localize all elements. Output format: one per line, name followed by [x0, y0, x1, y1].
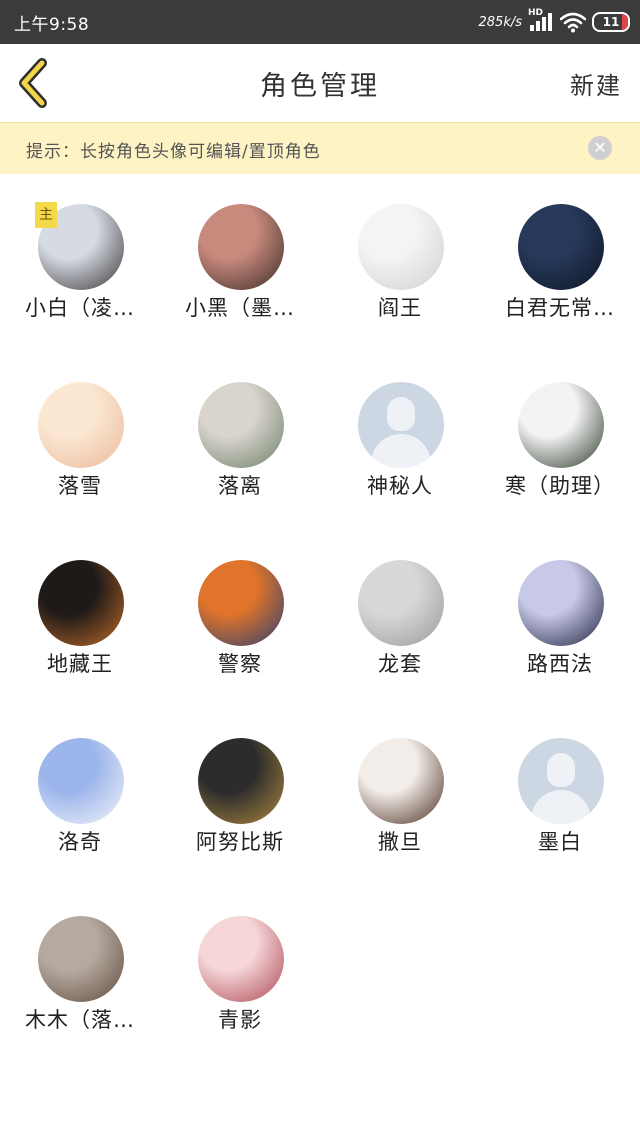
role-card[interactable]: 落离 — [160, 352, 320, 530]
role-card[interactable]: 落雪 — [0, 352, 160, 530]
network-speed: 285k/s — [478, 14, 523, 30]
status-bar: 上午9:58 285k/s HD 11 — [0, 0, 640, 44]
page-title: 角色管理 — [260, 71, 380, 102]
blue-floral-pattern — [38, 738, 124, 824]
role-name: 落雪 — [58, 474, 102, 498]
close-icon[interactable]: ✕ — [588, 136, 612, 160]
role-card[interactable]: 青影 — [160, 886, 320, 1064]
role-card[interactable]: 寒（助理） — [480, 352, 640, 530]
white-ferret — [518, 382, 604, 468]
fluffy-white-animal — [358, 204, 444, 290]
role-name: 小白（凌… — [25, 296, 135, 320]
role-card[interactable]: 地藏王 — [0, 530, 160, 708]
role-card[interactable]: 墨白 — [480, 708, 640, 886]
coffee-shop-counter — [38, 916, 124, 1002]
role-name: 落离 — [218, 474, 262, 498]
default-person-placeholder — [358, 382, 444, 468]
witch-hat-character — [518, 560, 604, 646]
role-name: 神秘人 — [367, 474, 433, 498]
battery-level: 11 — [602, 15, 620, 29]
role-card[interactable]: 撒旦 — [320, 708, 480, 886]
role-name: 撒旦 — [378, 830, 422, 854]
role-card[interactable]: 阎王 — [320, 174, 480, 352]
role-card[interactable]: 阿努比斯 — [160, 708, 320, 886]
pencil-sketch-figures — [358, 560, 444, 646]
role-name: 小黑（墨… — [185, 296, 295, 320]
coffee-beans-cups — [358, 738, 444, 824]
role-name: 墨白 — [538, 830, 582, 854]
fire-poster-figure — [198, 560, 284, 646]
status-right: 285k/s HD 11 — [478, 8, 630, 36]
dark-blue-night-figure — [518, 204, 604, 290]
role-name: 白君无常… — [505, 296, 615, 320]
role-card[interactable]: 木木（落… — [0, 886, 160, 1064]
role-card[interactable]: 警察 — [160, 530, 320, 708]
calico-cat — [38, 560, 124, 646]
role-name: 阎王 — [378, 296, 422, 320]
role-name: 路西法 — [527, 652, 593, 676]
role-name: 寒（助理） — [505, 474, 615, 498]
status-time: 上午9:58 — [14, 15, 90, 35]
nav-bar: 角色管理 新建 — [0, 44, 640, 122]
role-name: 警察 — [218, 652, 262, 676]
anime-character-split-hair — [198, 204, 284, 290]
role-name: 洛奇 — [58, 830, 102, 854]
role-card[interactable]: 白君无常… — [480, 174, 640, 352]
tip-text: 提示：长按角色头像可编辑/置顶角色 — [26, 142, 321, 162]
default-person-placeholder — [518, 738, 604, 824]
role-name: 木木（落… — [25, 1008, 135, 1032]
new-role-button[interactable]: 新建 — [570, 66, 622, 101]
role-card[interactable]: 神秘人 — [320, 352, 480, 530]
role-name: 青影 — [218, 1008, 262, 1032]
role-card[interactable]: 路西法 — [480, 530, 640, 708]
role-card[interactable]: 小黑（墨… — [160, 174, 320, 352]
pink-dream-portrait — [198, 916, 284, 1002]
armored-warrior-statue — [198, 738, 284, 824]
role-card[interactable]: 龙套 — [320, 530, 480, 708]
role-name: 龙套 — [378, 652, 422, 676]
illustrated-white-cat — [38, 382, 124, 468]
tip-banner: 提示：长按角色头像可编辑/置顶角色 ✕ — [0, 122, 640, 174]
role-card[interactable]: 洛奇 — [0, 708, 160, 886]
signal-icon: HD — [528, 8, 554, 33]
white-cat-blue-eyes — [198, 382, 284, 468]
role-name: 地藏王 — [47, 652, 113, 676]
wifi-icon — [560, 12, 586, 33]
role-card[interactable]: 主小白（凌… — [0, 174, 160, 352]
role-name: 阿努比斯 — [196, 830, 284, 854]
battery-icon: 11 — [592, 12, 630, 32]
main-role-badge: 主 — [35, 202, 57, 228]
hd-label: HD — [528, 8, 544, 18]
